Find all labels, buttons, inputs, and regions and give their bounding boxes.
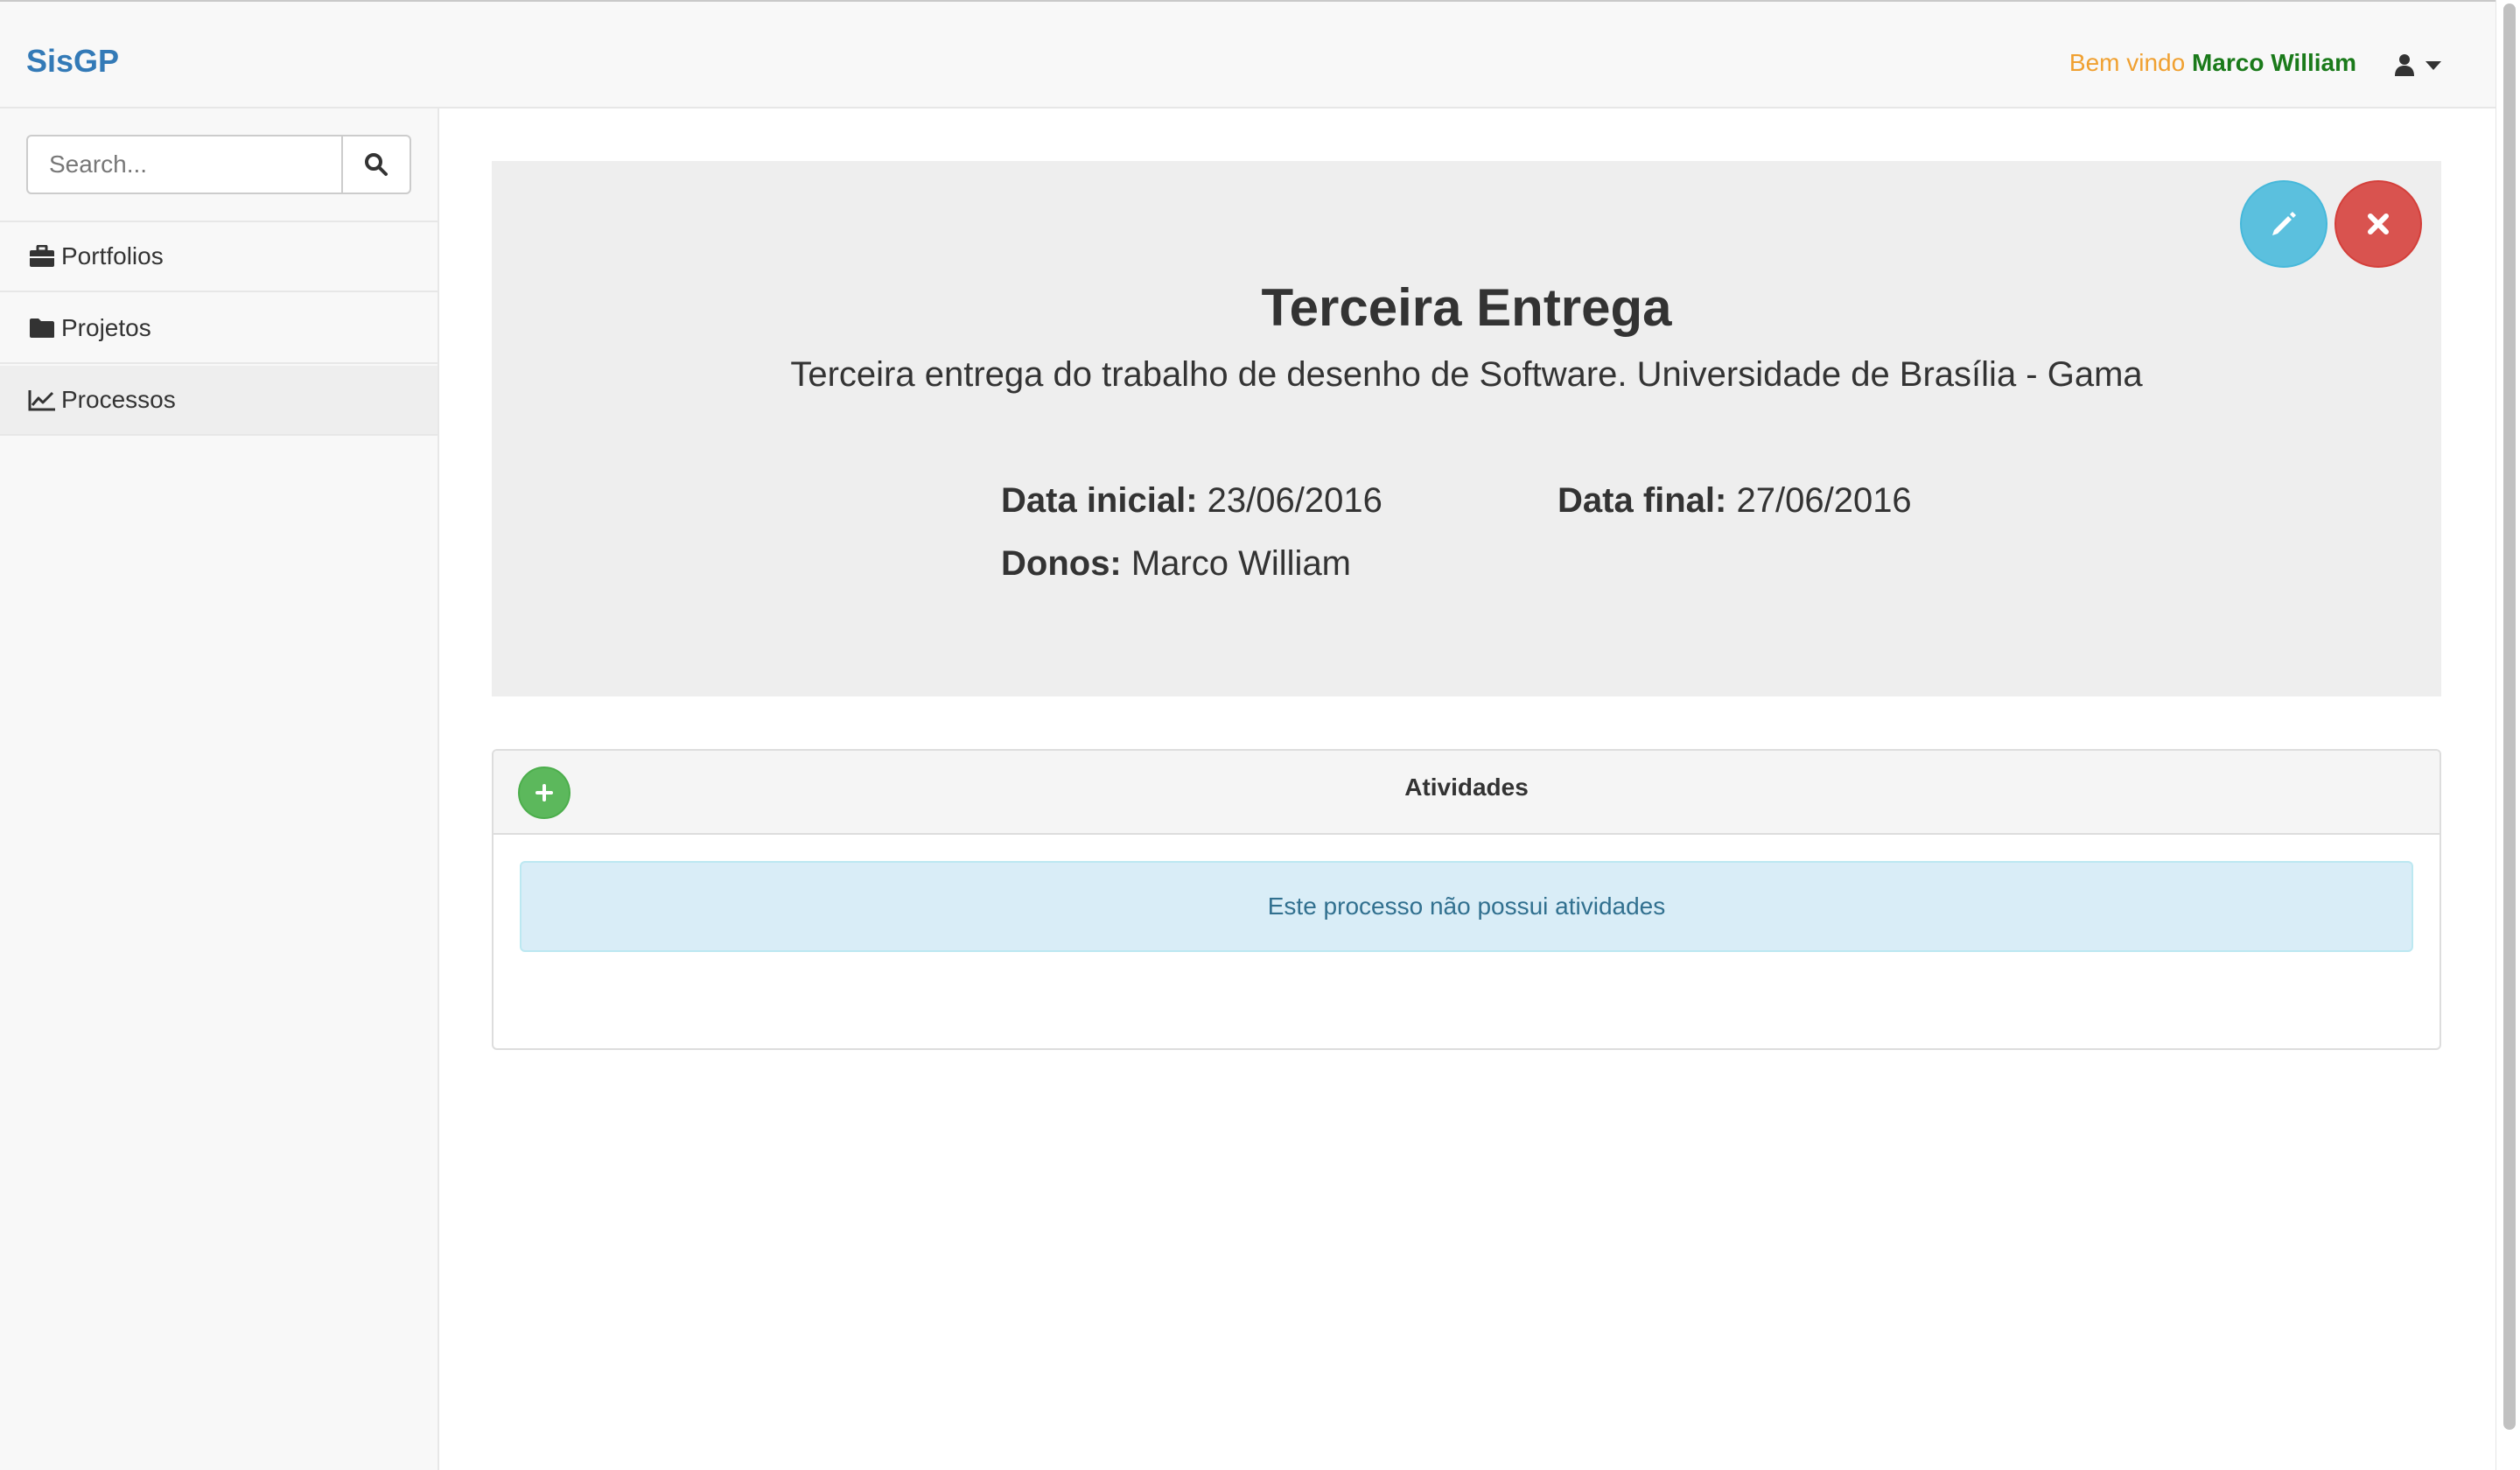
activities-title: Atividades (1404, 774, 1529, 801)
start-date-value: 23/06/2016 (1207, 481, 1382, 520)
sidebar-item-portfolios[interactable]: Portfolios (0, 222, 438, 292)
search-input[interactable] (26, 135, 343, 194)
welcome-user-name: Marco William (2191, 49, 2356, 76)
welcome-prefix: Bem vindo (2068, 49, 2186, 76)
close-icon (2368, 214, 2389, 234)
no-activities-alert: Este processo não possui atividades (520, 861, 2413, 952)
top-navbar: SisGP Bem vindo Marco William (0, 2, 2496, 108)
line-chart-icon (26, 387, 58, 413)
user-icon (2395, 54, 2414, 76)
main-content: Terceira Entrega Terceira entrega do tra… (439, 108, 2496, 1470)
brand-link[interactable]: SisGP (26, 44, 119, 79)
activities-panel: Atividades Este processo não possui ativ… (492, 749, 2441, 1050)
process-title: Terceira Entrega (1261, 278, 1672, 337)
user-menu-dropdown[interactable] (2394, 47, 2446, 82)
search-icon (365, 153, 388, 176)
sidebar: Portfolios Projetos Processos (0, 108, 439, 1470)
sidebar-item-processos[interactable]: Processos (0, 366, 438, 436)
search-button[interactable] (343, 135, 411, 194)
owners-value: Marco William (1130, 544, 1352, 583)
sidebar-item-projetos[interactable]: Projetos (0, 294, 438, 364)
sidebar-item-label: Projetos (61, 314, 151, 341)
scrollbar-thumb[interactable] (2503, 4, 2516, 1430)
activities-panel-heading: Atividades (494, 751, 2440, 835)
end-date-value: 27/06/2016 (1736, 481, 1912, 520)
process-description: Terceira entrega do trabalho de desenho … (790, 355, 2143, 394)
briefcase-icon (26, 243, 58, 270)
owners: Donos: Marco William (1001, 541, 1351, 586)
process-header: Terceira Entrega Terceira entrega do tra… (492, 161, 2441, 696)
start-date: Data inicial: 23/06/2016 (1001, 478, 1382, 523)
add-activity-button[interactable] (518, 766, 570, 819)
caret-down-icon (2426, 61, 2441, 70)
search-group (26, 135, 411, 194)
end-date: Data final: 27/06/2016 (1558, 478, 1912, 523)
end-date-label: Data final: (1558, 481, 1727, 520)
plus-icon (536, 784, 553, 802)
sidebar-item-label: Portfolios (61, 242, 164, 270)
start-date-label: Data inicial: (1001, 481, 1198, 520)
edit-process-button[interactable] (2240, 180, 2328, 268)
pencil-icon (2272, 212, 2296, 235)
delete-process-button[interactable] (2334, 180, 2422, 268)
owners-label: Donos: (1001, 544, 1122, 583)
vertical-scrollbar[interactable] (2496, 0, 2520, 1470)
sidebar-item-label: Processos (61, 386, 176, 413)
folder-icon (26, 315, 58, 341)
welcome-message: Bem vindo Marco William (2012, 47, 2356, 79)
